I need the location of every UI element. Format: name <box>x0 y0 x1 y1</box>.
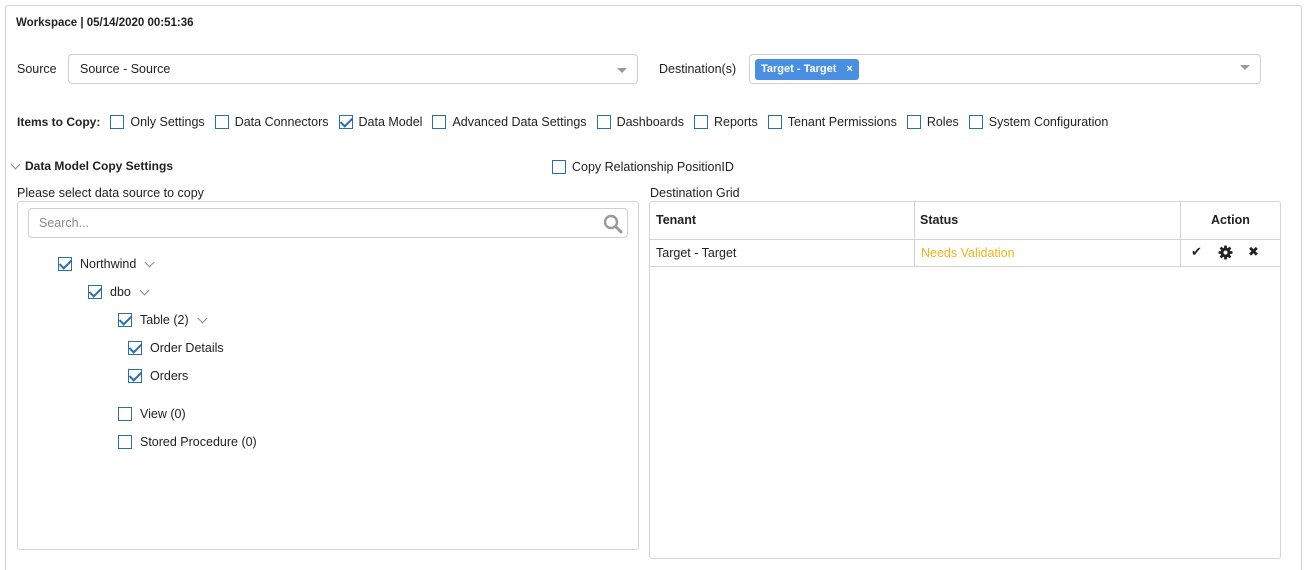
chevron-down-icon[interactable] <box>139 285 150 295</box>
row-divider <box>650 266 1280 267</box>
source-dropdown[interactable]: Source - Source <box>68 54 638 84</box>
tree-node-stored-procedure[interactable]: Stored Procedure (0) <box>118 435 257 449</box>
column-header-action: Action <box>1211 213 1250 227</box>
tree-node-label: Table (2) <box>140 313 189 327</box>
tree-node-label: dbo <box>110 285 131 299</box>
copy-relationship-label: Copy Relationship PositionID <box>572 160 734 174</box>
checkbox[interactable] <box>906 115 921 129</box>
search-icon[interactable] <box>603 214 623 234</box>
tree-node-label: Stored Procedure (0) <box>140 435 257 449</box>
source-label: Source <box>17 62 57 76</box>
checkbox[interactable] <box>214 115 229 129</box>
option-label: Data Connectors <box>234 115 329 129</box>
tree-node-orders[interactable]: Orders <box>128 369 188 383</box>
checkbox[interactable] <box>432 115 447 129</box>
status-cell: Needs Validation <box>921 246 1015 260</box>
checkbox[interactable] <box>110 115 125 129</box>
section-header[interactable]: Data Model Copy Settings <box>10 159 174 173</box>
column-header-status[interactable]: Status <box>920 213 958 227</box>
checkbox[interactable] <box>596 115 611 129</box>
table-row[interactable]: Target - Target Needs Validation ✔ ✖ <box>650 239 1280 266</box>
copy-relationship-option[interactable]: Copy Relationship PositionID <box>552 160 734 174</box>
tree-node-order-details[interactable]: Order Details <box>128 341 224 355</box>
option-dashboards[interactable]: Dashboards <box>596 115 684 129</box>
source-value: Source - Source <box>80 62 171 76</box>
destination-tag[interactable]: Target - Target × <box>755 59 859 80</box>
tree-node-label: Orders <box>150 369 189 383</box>
source-tree-panel: Search... Northwind dbo Table (2) Order … <box>17 201 639 550</box>
checkbox[interactable] <box>118 435 132 449</box>
destination-multiselect[interactable]: Target - Target × <box>749 54 1261 84</box>
items-to-copy-row: Items to Copy: Only Settings Data Connec… <box>17 115 1118 129</box>
checkbox[interactable] <box>338 115 353 129</box>
tree-node-label: View (0) <box>140 407 186 421</box>
chevron-down-icon[interactable] <box>144 257 155 267</box>
section-title: Data Model Copy Settings <box>25 159 174 173</box>
checkbox[interactable] <box>968 115 983 129</box>
items-to-copy-label: Items to Copy: <box>17 115 101 129</box>
search-placeholder: Search... <box>39 216 90 230</box>
close-icon[interactable]: ✖ <box>1248 244 1259 260</box>
option-label: Tenant Permissions <box>787 115 897 129</box>
destination-label: Destination(s) <box>659 62 737 76</box>
checkbox[interactable] <box>118 313 132 327</box>
checkbox[interactable] <box>88 285 102 299</box>
gear-icon[interactable] <box>1218 245 1233 260</box>
tree-node-view[interactable]: View (0) <box>118 407 186 421</box>
option-tenant-permissions[interactable]: Tenant Permissions <box>767 115 897 129</box>
checkbox[interactable] <box>693 115 708 129</box>
option-label: Only Settings <box>130 115 205 129</box>
search-input[interactable]: Search... <box>28 208 628 238</box>
checkbox[interactable] <box>58 257 72 271</box>
option-advanced-data-settings[interactable]: Advanced Data Settings <box>432 115 587 129</box>
option-only-settings[interactable]: Only Settings <box>110 115 205 129</box>
tree-node-dbo[interactable]: dbo <box>88 285 150 299</box>
option-label: Reports <box>713 115 758 129</box>
checkbox[interactable] <box>118 407 132 421</box>
checkbox[interactable] <box>128 369 142 383</box>
chevron-down-icon[interactable] <box>617 68 627 73</box>
destination-tag-label: Target - Target <box>761 63 837 75</box>
page-title: Workspace | 05/14/2020 00:51:36 <box>16 17 194 29</box>
option-label: Roles <box>926 115 959 129</box>
option-reports[interactable]: Reports <box>693 115 758 129</box>
option-data-connectors[interactable]: Data Connectors <box>214 115 329 129</box>
option-roles[interactable]: Roles <box>906 115 959 129</box>
checkbox[interactable] <box>552 160 566 174</box>
checkbox[interactable] <box>767 115 782 129</box>
check-icon[interactable]: ✔ <box>1191 244 1202 260</box>
option-data-model[interactable]: Data Model <box>338 115 423 129</box>
select-source-label: Please select data source to copy <box>17 186 204 200</box>
tree-node-label: Order Details <box>150 341 224 355</box>
tree-node-label: Northwind <box>80 257 137 271</box>
tree-node-table[interactable]: Table (2) <box>118 313 208 327</box>
column-header-tenant[interactable]: Tenant <box>656 213 696 227</box>
option-label: Dashboards <box>616 115 684 129</box>
destination-grid-label: Destination Grid <box>650 186 740 200</box>
option-label: Data Model <box>358 115 423 129</box>
tree-node-northwind[interactable]: Northwind <box>58 257 155 271</box>
tenant-cell: Target - Target <box>656 246 737 260</box>
chevron-down-icon[interactable] <box>197 313 208 323</box>
chevron-down-icon[interactable] <box>10 159 21 169</box>
chevron-down-icon[interactable] <box>1240 65 1250 70</box>
option-label: Advanced Data Settings <box>452 115 587 129</box>
destination-grid: Tenant Status Action Target - Target Nee… <box>649 201 1281 559</box>
column-divider <box>914 202 915 239</box>
tag-remove-icon[interactable]: × <box>846 59 852 80</box>
option-label: System Configuration <box>988 115 1109 129</box>
option-system-configuration[interactable]: System Configuration <box>968 115 1109 129</box>
checkbox[interactable] <box>128 341 142 355</box>
